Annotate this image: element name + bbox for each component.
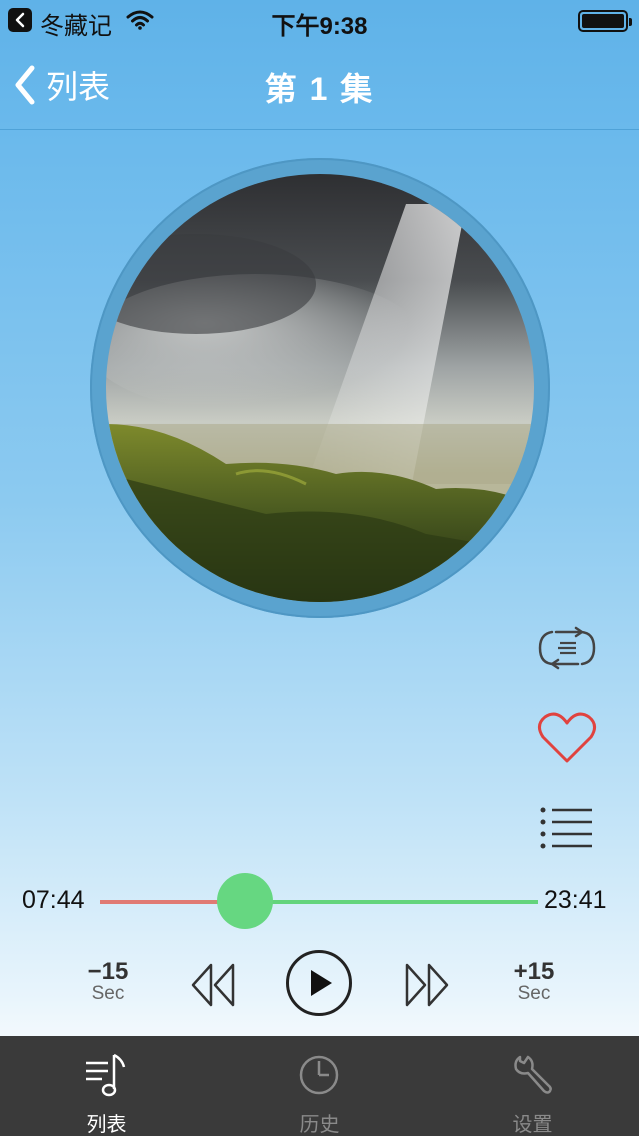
- tab-list-label: 列表: [86, 1114, 127, 1136]
- progress-slider-thumb[interactable]: [216, 873, 273, 929]
- rewind-15-button[interactable]: −15 Sec: [78, 960, 138, 1010]
- tab-settings-label: 设置: [512, 1114, 553, 1136]
- total-time: 23:41: [544, 886, 607, 914]
- status-bar: 冬藏记 下午9:38: [0, 0, 639, 40]
- repeat-button[interactable]: [532, 618, 602, 678]
- tab-history-label: 历史: [299, 1114, 340, 1136]
- page-title: 第 1 集: [264, 71, 375, 107]
- next-button[interactable]: [398, 960, 454, 1010]
- cover-art-image: [106, 174, 534, 602]
- wrench-icon: [502, 1050, 562, 1100]
- progress-remaining[interactable]: [244, 900, 538, 904]
- rewind-amount: −15: [87, 958, 129, 985]
- music-list-icon: [76, 1050, 136, 1100]
- fast-forward-icon: [405, 963, 449, 1007]
- forward-15-button[interactable]: +15 Sec: [504, 960, 564, 1010]
- navigation-bar: 列表 第 1 集: [0, 40, 639, 130]
- rewind-unit: Sec: [91, 983, 125, 1004]
- clock-icon: [289, 1050, 349, 1100]
- fast-rewind-icon: [191, 963, 235, 1007]
- playlist-icon: [540, 807, 592, 849]
- tab-list[interactable]: 列表: [0, 1036, 213, 1136]
- play-icon: [286, 950, 352, 1016]
- forward-unit: Sec: [517, 983, 551, 1004]
- tab-bar: 列表 历史 设置: [0, 1036, 639, 1136]
- elapsed-time: 07:44: [22, 886, 85, 914]
- repeat-icon: [538, 626, 596, 670]
- play-button[interactable]: [285, 949, 353, 1017]
- playlist-button[interactable]: [532, 798, 602, 858]
- battery-icon: [578, 10, 632, 32]
- forward-amount: +15: [513, 958, 555, 985]
- tab-history[interactable]: 历史: [213, 1036, 426, 1136]
- favorite-button[interactable]: [532, 708, 602, 768]
- status-time: 下午9:38: [271, 13, 368, 40]
- heart-icon: [538, 712, 596, 763]
- tab-settings[interactable]: 设置: [426, 1036, 639, 1136]
- previous-button[interactable]: [186, 960, 242, 1010]
